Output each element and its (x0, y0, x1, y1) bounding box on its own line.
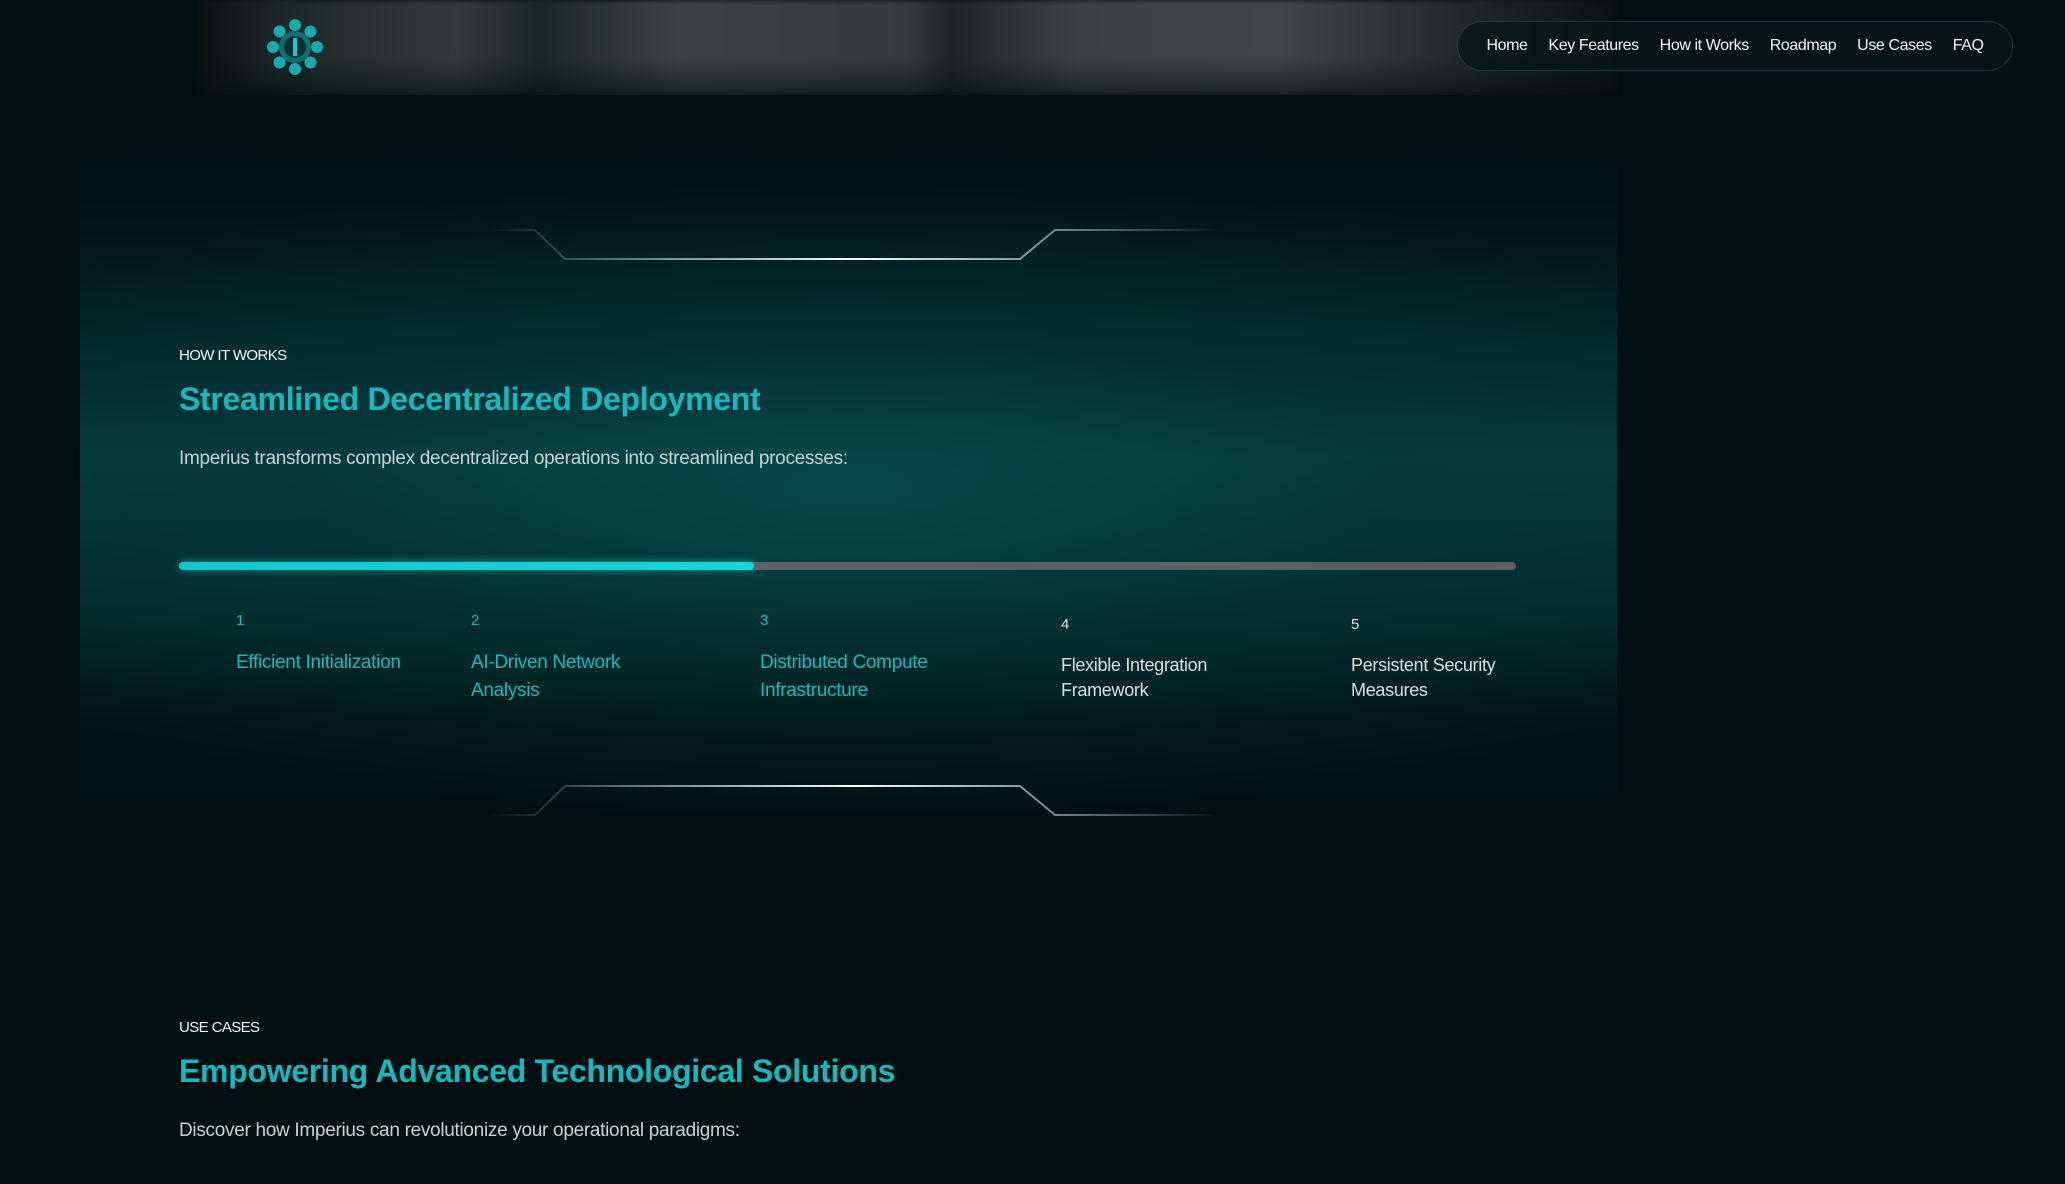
nav-item-how-it-works[interactable]: How it Works (1660, 37, 1750, 55)
step-number: 4 (1061, 616, 1070, 633)
step-label: Efficient Initialization (236, 652, 401, 673)
how-it-works-eyebrow: HOW IT WORKS (179, 347, 287, 364)
how-it-works-description: Imperius transforms complex decentralize… (179, 448, 848, 469)
use-cases-description: Discover how Imperius can revolutionize … (179, 1120, 740, 1141)
nav-item-roadmap[interactable]: Roadmap (1770, 37, 1837, 55)
header-background (200, 0, 1615, 95)
nav-item-use-cases[interactable]: Use Cases (1857, 37, 1932, 55)
nav-item-key-features[interactable]: Key Features (1548, 37, 1639, 55)
how-it-works-title: Streamlined Decentralized Deployment (179, 381, 761, 417)
use-cases-eyebrow: USE CASES (179, 1019, 260, 1036)
step-5[interactable]: 5 Persistent Security Measures (1351, 616, 1541, 703)
logo-icon[interactable] (262, 14, 328, 80)
step-number: 2 (471, 612, 480, 629)
main-nav: Home Key Features How it Works Roadmap U… (1457, 21, 2013, 71)
section-divider-top (490, 229, 1220, 260)
step-1[interactable]: 1 Efficient Initialization (236, 612, 476, 677)
use-cases-title: Empowering Advanced Technological Soluti… (179, 1053, 896, 1089)
progress-fill (179, 562, 754, 570)
step-number: 3 (760, 612, 769, 629)
page: Home Key Features How it Works Roadmap U… (0, 0, 2065, 1184)
nav-item-home[interactable]: Home (1486, 37, 1527, 55)
step-label: Distributed Compute Infrastructure (760, 652, 928, 701)
step-label: AI-Driven Network Analysis (471, 652, 621, 701)
nav-item-faq[interactable]: FAQ (1953, 37, 1984, 55)
step-3[interactable]: 3 Distributed Compute Infrastructure (760, 612, 980, 705)
step-4[interactable]: 4 Flexible Integration Framework (1061, 616, 1261, 703)
step-number: 5 (1351, 616, 1360, 633)
step-2[interactable]: 2 AI-Driven Network Analysis (471, 612, 671, 705)
section-divider-bottom (490, 785, 1220, 816)
step-label: Flexible Integration Framework (1061, 655, 1208, 700)
step-label: Persistent Security Measures (1351, 655, 1496, 700)
step-number: 1 (236, 612, 245, 629)
progress-track (179, 562, 1516, 570)
